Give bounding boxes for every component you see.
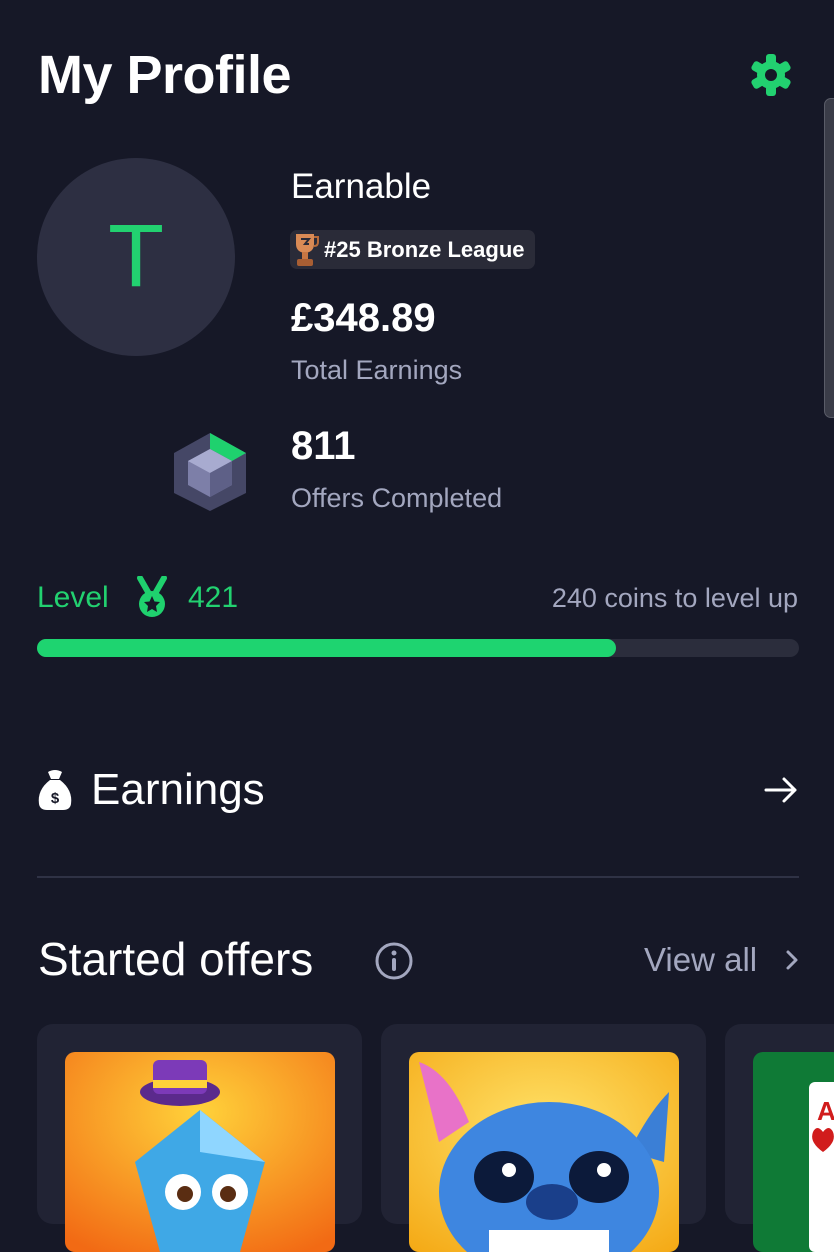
scrollbar[interactable] <box>824 98 834 418</box>
view-all-link[interactable]: View all <box>644 938 757 982</box>
total-earnings-label: Total Earnings <box>291 355 463 385</box>
earnings-label: Earnings <box>91 765 265 814</box>
gear-icon <box>751 54 791 96</box>
coins-to-level-up: 240 coins to level up <box>551 583 798 613</box>
avatar-initial: T <box>110 208 162 306</box>
total-earnings-value: £348.89 <box>291 296 436 340</box>
started-offers-title: Started offers <box>38 933 314 985</box>
offer-card-image <box>409 1052 679 1252</box>
offers-completed-label: Offers Completed <box>291 483 503 513</box>
level-progress-bar <box>37 639 799 657</box>
level-progress-fill <box>37 639 617 657</box>
offer-card-image <box>65 1052 335 1252</box>
settings-button[interactable] <box>748 52 794 98</box>
offer-card[interactable] <box>37 1024 362 1252</box>
cube-icon <box>174 433 246 511</box>
league-label: #25 Bronze League <box>324 236 525 262</box>
offer-card[interactable]: A <box>725 1024 834 1252</box>
avatar[interactable]: T <box>37 158 235 356</box>
username: Earnable <box>291 167 432 206</box>
divider <box>37 876 799 878</box>
arrow-right-icon[interactable] <box>763 772 799 808</box>
page-title: My Profile <box>38 45 292 105</box>
chevron-right-icon[interactable] <box>782 948 802 972</box>
earnings-link[interactable]: $ Earnings <box>37 756 799 824</box>
offer-card-image: A <box>753 1052 834 1252</box>
level-number: 421 <box>188 581 239 614</box>
offers-completed-value: 811 <box>291 424 356 468</box>
level-label: Level <box>37 581 109 614</box>
info-icon[interactable] <box>374 941 414 981</box>
svg-text:$: $ <box>51 790 60 807</box>
offer-card[interactable] <box>381 1024 706 1252</box>
money-bag-icon: $ <box>38 770 72 810</box>
svg-text:A: A <box>817 1096 834 1126</box>
bronze-trophy-icon <box>296 234 319 266</box>
medal-icon <box>137 576 167 617</box>
league-badge[interactable]: #25 Bronze League <box>290 230 535 269</box>
